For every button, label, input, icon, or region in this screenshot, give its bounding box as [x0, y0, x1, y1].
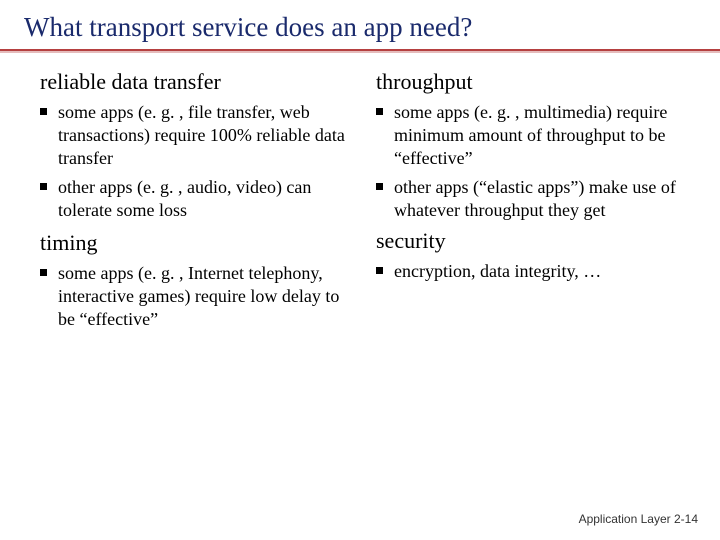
- page-number: 2-14: [674, 512, 698, 526]
- right-column: throughput some apps (e. g. , multimedia…: [376, 67, 694, 337]
- list-reliable: some apps (e. g. , file transfer, web tr…: [40, 101, 358, 222]
- list-security: encryption, data integrity, …: [376, 260, 694, 283]
- list-timing: some apps (e. g. , Internet telephony, i…: [40, 262, 358, 331]
- slide-title: What transport service does an app need?: [0, 0, 720, 47]
- footer-label: Application Layer: [579, 512, 671, 526]
- list-item: some apps (e. g. , Internet telephony, i…: [40, 262, 358, 331]
- list-item: other apps (e. g. , audio, video) can to…: [40, 176, 358, 222]
- list-item: encryption, data integrity, …: [376, 260, 694, 283]
- title-underline: [0, 49, 720, 53]
- list-throughput: some apps (e. g. , multimedia) require m…: [376, 101, 694, 222]
- subhead-timing: timing: [40, 230, 358, 256]
- left-column: reliable data transfer some apps (e. g. …: [40, 67, 358, 337]
- subhead-throughput: throughput: [376, 69, 694, 95]
- list-item: some apps (e. g. , file transfer, web tr…: [40, 101, 358, 170]
- subhead-reliable: reliable data transfer: [40, 69, 358, 95]
- list-item: some apps (e. g. , multimedia) require m…: [376, 101, 694, 170]
- list-item: other apps (“elastic apps”) make use of …: [376, 176, 694, 222]
- slide-footer: Application Layer 2-14: [579, 512, 698, 526]
- content-columns: reliable data transfer some apps (e. g. …: [0, 67, 720, 337]
- subhead-security: security: [376, 228, 694, 254]
